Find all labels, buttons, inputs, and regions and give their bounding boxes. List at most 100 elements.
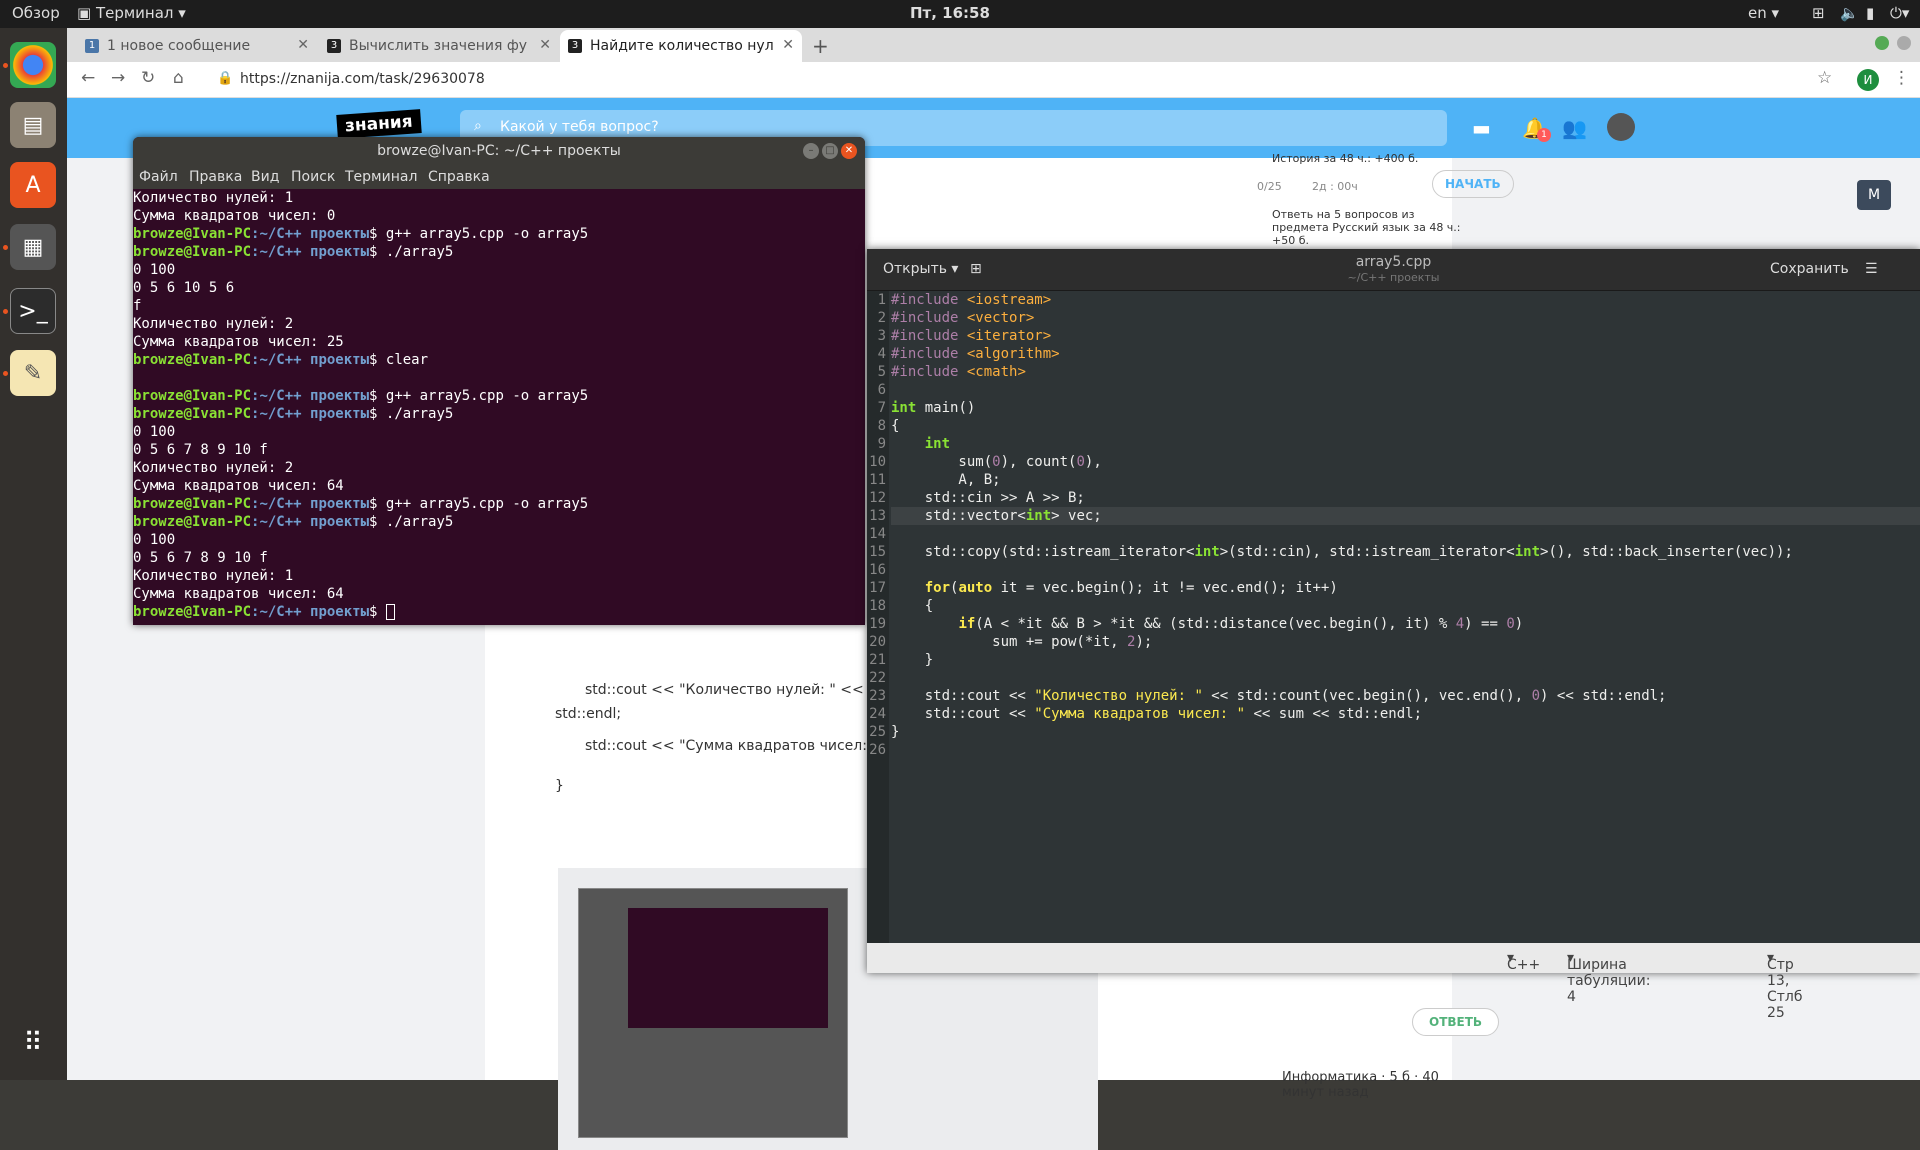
line-number: 2 <box>877 310 886 326</box>
code-editor[interactable]: #include <iostream> #include <vector> #inc… <box>889 291 1920 943</box>
home-icon[interactable]: ⌂ <box>173 68 184 88</box>
search-icon: ⌕ <box>474 118 482 134</box>
code-line[interactable] <box>891 381 1920 399</box>
user-avatar[interactable] <box>1607 113 1635 141</box>
minimize-icon[interactable] <box>1875 36 1889 50</box>
new-tab-icon[interactable]: + <box>812 34 829 58</box>
chat-user-badge[interactable]: M <box>1857 180 1891 210</box>
terminal-output-line: Сумма квадратов чисел: 64 <box>133 586 344 602</box>
menu-help[interactable]: Справка <box>428 169 490 185</box>
menu-file[interactable]: Файл <box>139 169 178 185</box>
terminal-titlebar[interactable]: browze@Ivan-PC: ~/C++ проекты – □ ✕ <box>133 137 865 165</box>
volume-icon[interactable]: 🔈 <box>1840 4 1859 22</box>
code-line[interactable]: } <box>891 723 1920 741</box>
hamburger-menu-icon[interactable]: ☰ <box>1857 257 1886 283</box>
code-line[interactable] <box>891 669 1920 687</box>
code-line[interactable]: if(A < *it && B > *it && (std::distance(… <box>891 615 1920 633</box>
terminal-output[interactable]: Количество нулей: 1 Сумма квадратов чисел… <box>133 189 865 625</box>
close-tab-icon[interactable]: ✕ <box>782 37 794 53</box>
line-number: 22 <box>869 670 886 686</box>
prompt-user: browze@Ivan-PC <box>133 226 252 242</box>
forward-icon[interactable]: → <box>111 68 125 88</box>
software-center-icon[interactable]: A <box>10 162 56 208</box>
running-indicator <box>3 245 8 250</box>
network-icon[interactable]: ⊞ <box>1812 4 1825 22</box>
text-editor-icon[interactable]: ✎ <box>10 350 56 396</box>
save-button[interactable]: Сохранить <box>1762 257 1857 283</box>
show-apps-icon[interactable]: ⠿ <box>10 1020 56 1066</box>
code-line[interactable]: sum += pow(*it, 2); <box>891 633 1920 651</box>
close-tab-icon[interactable]: ✕ <box>297 37 309 53</box>
code-line[interactable]: A, B; <box>891 471 1920 489</box>
code-line[interactable]: std::cout << "Количество нулей: " << std… <box>891 687 1920 705</box>
start-quest-button[interactable]: НАЧАТЬ <box>1432 170 1514 198</box>
menu-terminal[interactable]: Терминал <box>345 169 417 185</box>
activities-button[interactable]: Обзор <box>12 4 60 22</box>
code-line[interactable]: std::copy(std::istream_iterator<int>(std… <box>891 543 1920 561</box>
code-line[interactable]: } <box>891 651 1920 669</box>
line-number: 1 <box>877 292 886 308</box>
files-icon[interactable]: ▤ <box>10 102 56 148</box>
power-menu-icon[interactable]: ⏻▾ <box>1890 4 1909 22</box>
close-tab-icon[interactable]: ✕ <box>539 37 551 53</box>
menu-dots-icon[interactable]: ⋮ <box>1893 68 1910 88</box>
launcher-dock: ▤ A ▦ >_ ✎ ⠿ <box>0 28 67 1080</box>
code-line[interactable]: #include <algorithm> <box>891 345 1920 363</box>
back-icon[interactable]: ← <box>81 68 95 88</box>
browser-tab-active[interactable]: 3 Найдите количество нул ✕ <box>560 30 802 62</box>
url-field[interactable]: https://znanija.com/task/29630078 <box>240 71 485 87</box>
terminal-command-line: browze@Ivan-PC:~/C++ проекты$ g++ array5… <box>133 387 865 405</box>
menu-search[interactable]: Поиск <box>291 169 335 185</box>
code-line[interactable] <box>891 741 1920 759</box>
menu-edit[interactable]: Правка <box>189 169 242 185</box>
language-selector[interactable]: C++ ▾ <box>1507 950 1540 973</box>
line-number: 25 <box>869 724 886 740</box>
code-line[interactable]: int main() <box>891 399 1920 417</box>
code-line[interactable]: { <box>891 417 1920 435</box>
battery-icon[interactable]: ▮ <box>1866 4 1874 22</box>
maximize-icon[interactable]: □ <box>822 143 838 159</box>
editor-headerbar: Открыть ▾ ⊞ array5.cpp ~/C++ проекты Сох… <box>867 249 1920 291</box>
tab-width-selector[interactable]: Ширина табуляции: 4 ▾ <box>1567 950 1650 1005</box>
line-number: 9 <box>877 436 886 452</box>
terminal-command-line: browze@Ivan-PC:~/C++ проекты$ g++ array5… <box>133 225 865 243</box>
code-line[interactable]: { <box>891 597 1920 615</box>
code-line[interactable]: #include <vector> <box>891 309 1920 327</box>
code-line[interactable]: #include <iostream> <box>891 291 1920 309</box>
minimize-icon[interactable]: – <box>803 143 819 159</box>
prompt-user: browze@Ivan-PC <box>133 406 252 422</box>
code-line[interactable] <box>891 561 1920 579</box>
reload-icon[interactable]: ↻ <box>141 68 155 88</box>
friends-icon[interactable]: 👥 <box>1562 116 1587 140</box>
answer-button[interactable]: ОТВЕТЬ <box>1412 1008 1500 1036</box>
terminal-icon[interactable]: >_ <box>10 288 56 334</box>
code-line[interactable]: #include <iterator> <box>891 327 1920 345</box>
app-menu[interactable]: ▣ Терминал ▾ <box>77 4 186 22</box>
close-icon[interactable]: ✕ <box>841 143 857 159</box>
site-logo[interactable]: знания <box>336 109 422 139</box>
notification-count-badge: 1 <box>1537 128 1551 142</box>
terminal-window: browze@Ivan-PC: ~/C++ проекты – □ ✕ Файл… <box>133 137 865 625</box>
code-line[interactable]: sum(0), count(0), <box>891 453 1920 471</box>
code-line[interactable]: std::cin >> A >> B; <box>891 489 1920 507</box>
browser-tab[interactable]: 3 Вычислить значения фу ✕ <box>319 30 559 62</box>
code-line[interactable]: std::cout << "Сумма квадратов чисел: " <… <box>891 705 1920 723</box>
terminal-output-line: Сумма квадратов чисел: 64 <box>133 478 344 494</box>
code-line[interactable] <box>891 525 1920 543</box>
bookmark-star-icon[interactable]: ☆ <box>1817 68 1832 88</box>
messages-icon[interactable]: ▬ <box>1472 116 1491 140</box>
code-line[interactable]: std::vector<int> vec; <box>891 507 1920 525</box>
browser-tab[interactable]: 1 1 новое сообщение ✕ <box>77 30 317 62</box>
cursor-position[interactable]: Стр 13, Стлб 25 ▾ <box>1767 950 1803 1021</box>
clock[interactable]: Пт, 16:58 <box>910 4 990 22</box>
code-line[interactable]: #include <cmath> <box>891 363 1920 381</box>
code-line[interactable]: int <box>891 435 1920 453</box>
profile-avatar[interactable]: И <box>1857 69 1879 91</box>
answer-code-line: std::cout << "Сумма квадратов чисел: " <box>585 738 878 754</box>
language-indicator[interactable]: en ▾ <box>1748 4 1779 22</box>
maximize-icon[interactable] <box>1897 36 1911 50</box>
chrome-icon[interactable] <box>10 42 56 88</box>
code-line[interactable]: for(auto it = vec.begin(); it != vec.end… <box>891 579 1920 597</box>
menu-view[interactable]: Вид <box>251 169 279 185</box>
calculator-icon[interactable]: ▦ <box>10 224 56 270</box>
